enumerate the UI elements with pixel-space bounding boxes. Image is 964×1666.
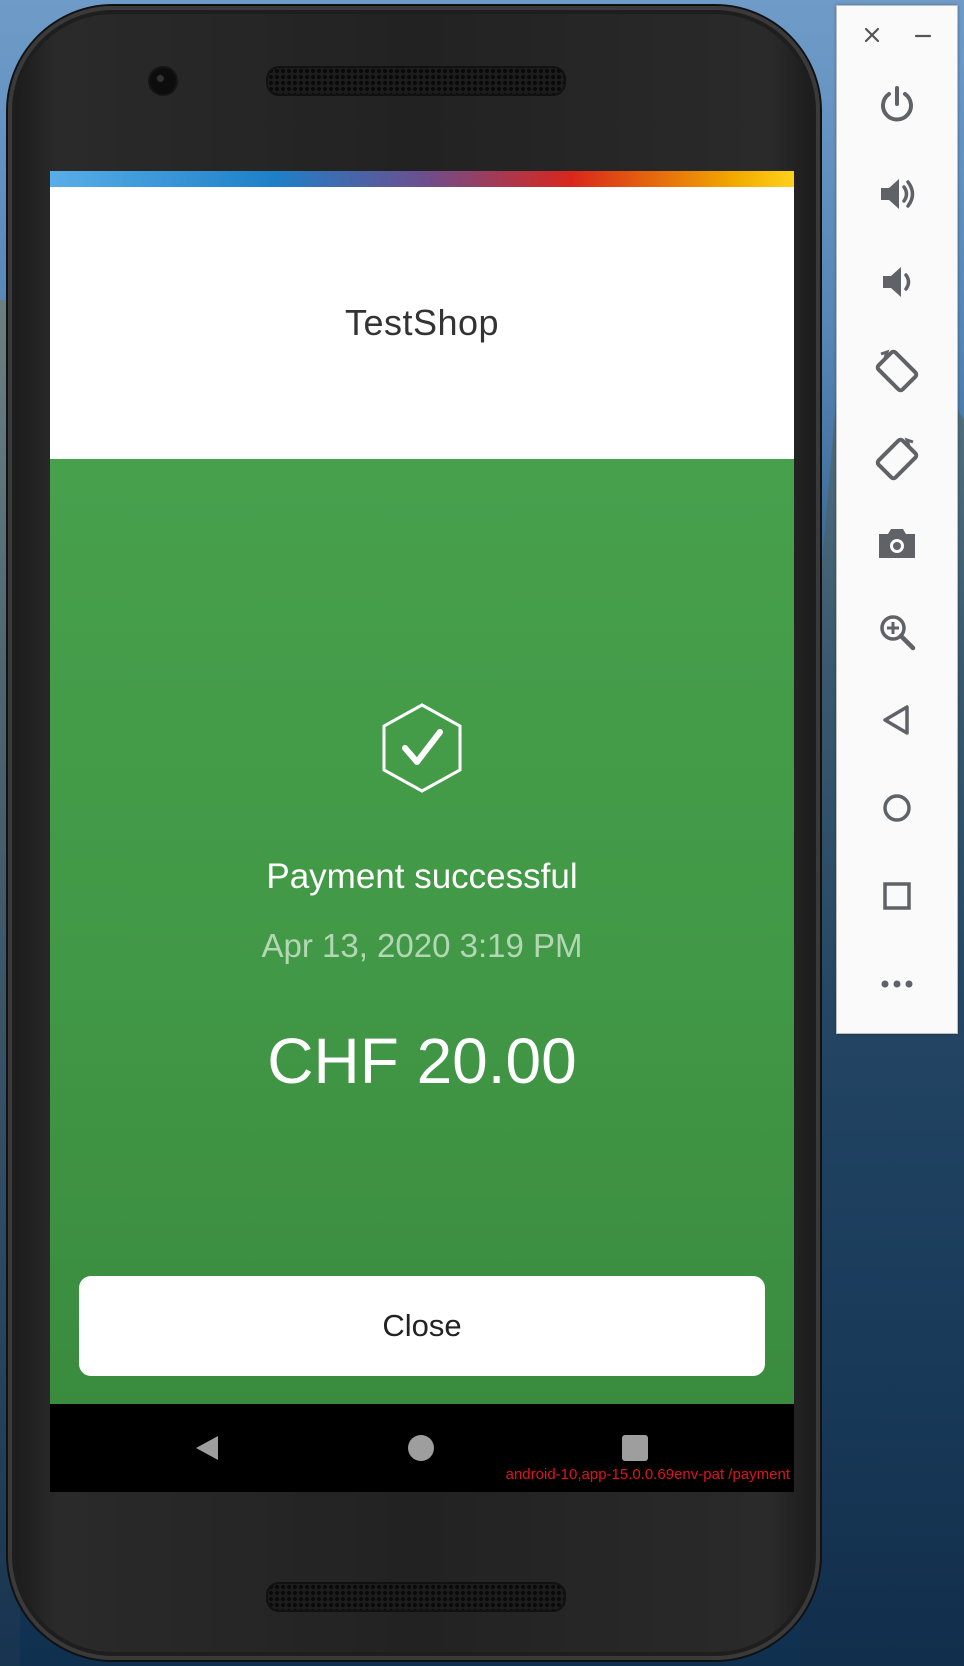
- nav-home-icon[interactable]: [408, 1435, 434, 1461]
- close-button[interactable]: Close: [79, 1276, 765, 1376]
- android-navigation-bar: android-10,app-15.0.0.69env-pat /payment: [50, 1404, 794, 1492]
- payment-result-panel: Payment successful Apr 13, 2020 3:19 PM …: [50, 459, 794, 1404]
- home-icon[interactable]: [871, 782, 923, 834]
- payment-status: Payment successful: [266, 857, 578, 896]
- emulator-toolbar: [836, 5, 958, 1034]
- close-icon[interactable]: [861, 24, 883, 46]
- rotate-right-icon[interactable]: [871, 432, 923, 484]
- app-header: TestShop: [50, 187, 794, 459]
- rotate-left-icon[interactable]: [871, 344, 923, 396]
- more-icon[interactable]: [871, 958, 923, 1010]
- zoom-icon[interactable]: [871, 606, 923, 658]
- nav-recents-icon[interactable]: [622, 1435, 648, 1461]
- payment-datetime: Apr 13, 2020 3:19 PM: [261, 927, 583, 964]
- bottom-speaker-grille: [266, 1582, 566, 1612]
- build-info-label: android-10,app-15.0.0.69env-pat /payment: [505, 1466, 790, 1483]
- device-screen: TestShop Payment successful Apr 13, 2020…: [50, 171, 794, 1492]
- front-camera: [148, 66, 178, 96]
- back-icon[interactable]: [871, 694, 923, 746]
- phone-frame: TestShop Payment successful Apr 13, 2020…: [8, 6, 820, 1660]
- shop-name: TestShop: [344, 302, 500, 343]
- camera-icon[interactable]: [871, 518, 923, 570]
- brand-accent-bar: [50, 171, 794, 187]
- checkmark-hexagon-icon: [380, 702, 464, 794]
- overview-icon[interactable]: [871, 870, 923, 922]
- minimize-icon[interactable]: [912, 24, 934, 46]
- nav-back-icon[interactable]: [194, 1434, 220, 1462]
- toolbar-window-controls: [837, 6, 957, 66]
- volume-down-icon[interactable]: [871, 256, 923, 308]
- volume-up-icon[interactable]: [871, 168, 923, 220]
- power-icon[interactable]: [871, 78, 923, 130]
- top-speaker-grille: [266, 66, 566, 96]
- payment-amount: CHF 20.00: [267, 1025, 577, 1097]
